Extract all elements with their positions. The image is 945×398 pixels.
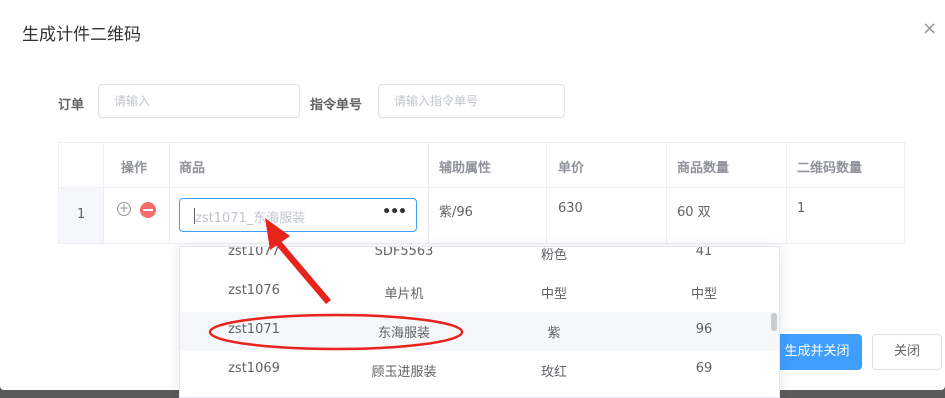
- option-name: SDF5563: [374, 246, 434, 259]
- order-label: 订单: [58, 98, 85, 113]
- option-size: 中型: [690, 287, 718, 302]
- more-dots-icon[interactable]: •••: [382, 204, 407, 220]
- product-select-input[interactable]: zst1071_东海服装 •••: [179, 198, 417, 232]
- product-input-value: zst1071_东海服装: [195, 211, 306, 226]
- option-attr: 粉色: [540, 248, 568, 263]
- dropdown-option[interactable]: zst1076 单片机 中型 中型: [180, 273, 779, 312]
- product-dropdown: zst1077 SDF5563 粉色 41 zst1076 单片机 中型 中型 …: [179, 246, 780, 398]
- option-code: zst1077: [228, 246, 280, 259]
- option-size: 41: [695, 246, 713, 259]
- plus-circle-icon[interactable]: +: [117, 202, 131, 216]
- cell-quantity: 60 双: [677, 205, 711, 220]
- option-name: 单片机: [384, 287, 424, 302]
- header-product: 商品: [179, 161, 206, 176]
- generate-close-button[interactable]: 生成并关闭: [772, 334, 862, 370]
- instruction-input[interactable]: [378, 84, 565, 118]
- minus-circle-icon[interactable]: [140, 202, 156, 218]
- items-table: 操作 商品 辅助属性 单价 商品数量 二维码数量 1 + zst1071_东海服…: [58, 142, 905, 244]
- row-index: 1: [77, 207, 86, 222]
- option-attr: 紫: [547, 326, 561, 341]
- cell-attribute: 紫/96: [439, 205, 473, 220]
- header-price: 单价: [558, 161, 585, 176]
- dropdown-option-highlighted[interactable]: zst1071 东海服装 紫 96: [180, 312, 779, 351]
- option-size: 69: [695, 361, 713, 376]
- close-icon[interactable]: ×: [922, 18, 937, 39]
- dialog-title: 生成计件二维码: [22, 25, 141, 45]
- dropdown-option[interactable]: zst1077 SDF5563 粉色 41: [180, 246, 779, 273]
- close-button[interactable]: 关闭: [872, 334, 942, 370]
- option-name: 顾玉进服装: [371, 365, 437, 380]
- header-quantity: 商品数量: [677, 161, 730, 176]
- option-code: zst1071: [228, 322, 280, 337]
- header-operation: 操作: [121, 161, 148, 176]
- option-name: 东海服装: [377, 326, 431, 341]
- option-attr: 玫红: [540, 365, 568, 380]
- option-code: zst1076: [228, 283, 280, 298]
- option-code: zst1069: [228, 361, 280, 376]
- option-attr: 中型: [540, 287, 568, 302]
- order-input[interactable]: [98, 84, 300, 118]
- dropdown-scrollbar[interactable]: [771, 313, 777, 331]
- cell-price: 630: [558, 201, 583, 216]
- instruction-label: 指令单号: [310, 98, 363, 113]
- dropdown-option[interactable]: zst1069 顾玉进服装 玫红 69: [180, 351, 779, 390]
- header-qr-count: 二维码数量: [797, 161, 863, 176]
- header-attribute: 辅助属性: [439, 161, 492, 176]
- option-size: 96: [695, 322, 713, 337]
- cell-qr-count: 1: [797, 201, 806, 216]
